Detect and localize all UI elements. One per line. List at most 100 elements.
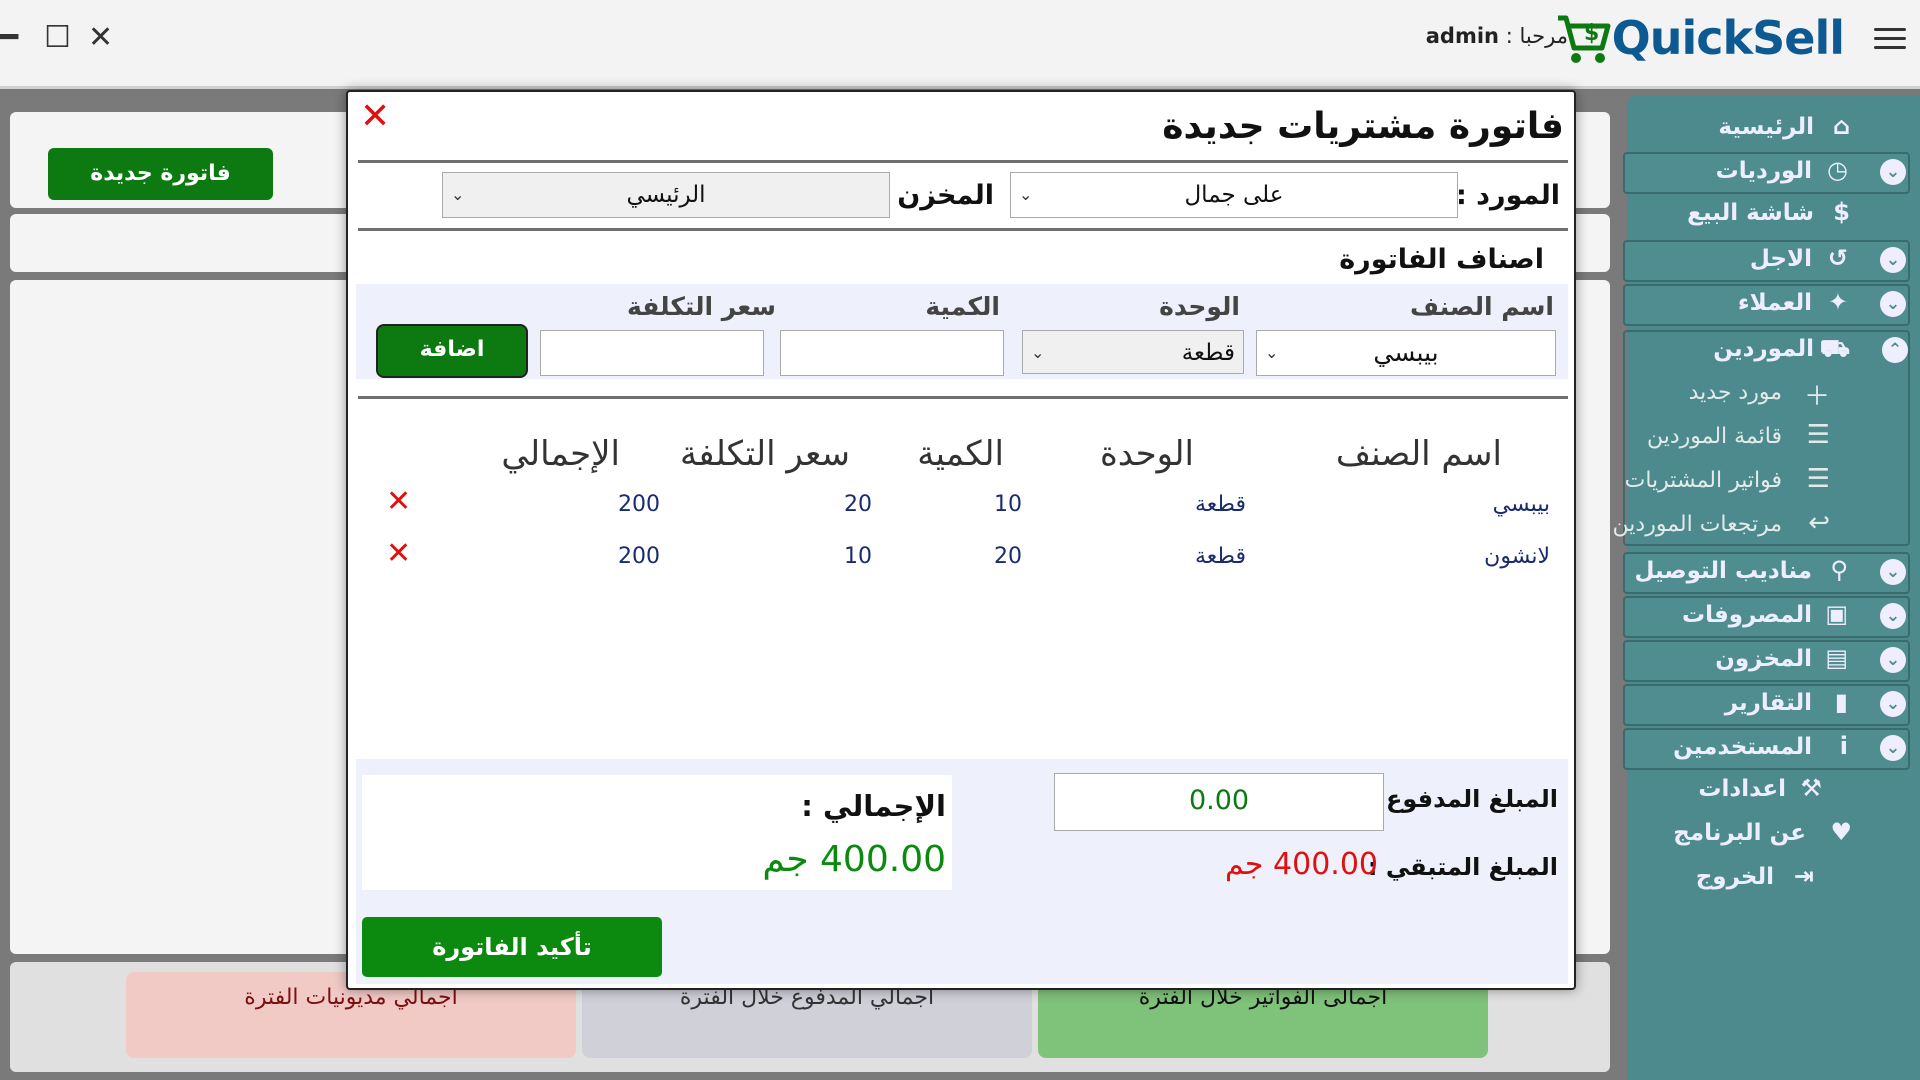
section-title: اصناف الفاتورة <box>1339 244 1544 275</box>
maximize-icon[interactable]: ☐ <box>44 18 71 58</box>
exit-icon: ⇥ <box>1793 862 1814 890</box>
minimize-icon[interactable]: ━ <box>0 18 18 58</box>
truck-icon: ⛟ <box>1819 334 1850 362</box>
cell-total: 200 <box>618 544 660 569</box>
chevron-down-icon: ⌄ <box>1880 603 1906 629</box>
chevron-down-icon: ⌄ <box>1880 291 1906 317</box>
chevron-down-icon: ⌄ <box>1880 735 1906 761</box>
sidebar-sub-label: مرتجعات الموردين <box>1612 512 1782 537</box>
sidebar-item-about[interactable]: ♥ عن البرنامج <box>1627 816 1910 854</box>
cell-cost: 20 <box>844 492 872 517</box>
new-invoice-button[interactable]: فاتورة جديدة <box>48 148 273 200</box>
dollar-icon: $ <box>1833 198 1850 226</box>
col-header-item: اسم الصنف <box>1335 434 1502 474</box>
sidebar-item-settings[interactable]: ⚒ اعدادات <box>1627 772 1910 810</box>
supplier-value: على جمال <box>1184 182 1284 208</box>
sidebar-item-label: الرئيسية <box>1718 114 1814 140</box>
close-icon[interactable]: ✕ <box>360 96 390 137</box>
unit-label: الوحدة <box>1159 292 1240 321</box>
sidebar-item-expenses[interactable]: ⌄ ▣ المصروفات <box>1623 596 1910 638</box>
chevron-up-icon: ⌃ <box>1882 337 1908 363</box>
sidebar-item-reports[interactable]: ⌄ ▮ التقارير <box>1623 684 1910 726</box>
title-bar: ━ ☐ ✕ $ QuickSell مرحبا : admin <box>0 0 1920 89</box>
cost-label: سعر التكلفة <box>626 292 776 321</box>
store-label: المخزن : <box>877 180 994 211</box>
sidebar-sub-label: مورد جديد <box>1688 380 1782 405</box>
paid-amount-input[interactable]: 0.00 <box>1054 773 1384 831</box>
dialog-title: فاتورة مشتريات جديدة <box>1162 106 1564 147</box>
delete-row-icon[interactable]: ✕ <box>386 484 411 519</box>
sidebar-item-delivery[interactable]: ⌄ ⚲ مناديب التوصيل <box>1623 552 1910 594</box>
sidebar-item-pos[interactable]: $ شاشة البيع <box>1627 196 1910 234</box>
greeting-label: مرحبا : <box>1505 24 1568 48</box>
item-value: بيبسي <box>1373 338 1439 367</box>
sidebar-item-label: الاجل <box>1749 246 1812 272</box>
money-icon: ▣ <box>1825 600 1848 628</box>
sidebar-sub-supplier-list[interactable]: ☰ قائمة الموردين <box>1610 420 1830 456</box>
sidebar-item-logout[interactable]: ⇥ الخروج <box>1627 860 1910 898</box>
quantity-input[interactable] <box>780 330 1004 376</box>
chevron-down-icon: ⌄ <box>1880 647 1906 673</box>
item-name-label: اسم الصنف <box>1409 292 1554 321</box>
col-header-qty: الكمية <box>917 434 1004 474</box>
return-icon: ↩ <box>1808 508 1830 538</box>
paid-amount-label: المبلغ المدفوع : <box>1368 785 1558 813</box>
chevron-down-icon: ⌄ <box>1265 343 1279 362</box>
divider <box>358 396 1568 399</box>
wrench-icon: ⚒ <box>1800 774 1822 802</box>
confirm-invoice-button[interactable]: تأكيد الفاتورة <box>362 917 662 977</box>
close-window-icon[interactable]: ✕ <box>88 18 113 58</box>
sidebar-item-label: الخروج <box>1695 864 1774 890</box>
cell-item: لانشون <box>1484 544 1550 569</box>
chevron-down-icon: ⌄ <box>451 185 465 204</box>
remaining-amount-value: 400.00 جم <box>1224 847 1378 882</box>
sidebar-item-credit[interactable]: ⌄ ↺ الاجل <box>1623 240 1910 282</box>
delete-row-icon[interactable]: ✕ <box>386 536 411 571</box>
sidebar-item-label: الموردين <box>1713 336 1814 362</box>
unit-select[interactable]: ⌄ قطعة <box>1022 330 1244 374</box>
sidebar-item-label: المخزون <box>1715 646 1812 672</box>
sidebar-item-shifts[interactable]: ⌄ ◷ الورديات <box>1623 152 1910 194</box>
cell-qty: 10 <box>994 492 1022 517</box>
chevron-down-icon: ⌄ <box>1880 247 1906 273</box>
quantity-label: الكمية <box>925 292 1000 321</box>
sidebar-item-label: مناديب التوصيل <box>1634 558 1812 584</box>
cost-input[interactable] <box>540 330 764 376</box>
col-header-cost: سعر التكلفة <box>680 434 850 474</box>
item-select[interactable]: ⌄ بيبسي <box>1256 330 1556 376</box>
supplier-select[interactable]: ⌄ على جمال <box>1010 172 1458 218</box>
total-label: الإجمالي : <box>801 789 946 823</box>
sidebar-item-suppliers[interactable]: ⌃ ⛟ الموردين <box>1627 332 1910 370</box>
chevron-down-icon: ⌄ <box>1880 159 1906 185</box>
remaining-amount-label: المبلغ المتبقي : <box>1367 853 1558 881</box>
chevron-down-icon: ⌄ <box>1019 185 1033 204</box>
greeting: مرحبا : admin <box>1426 24 1568 48</box>
store-icon: ▤ <box>1825 644 1848 672</box>
store-select[interactable]: ⌄ الرئيسي <box>442 172 890 218</box>
svg-text:$: $ <box>1584 21 1599 46</box>
divider <box>358 160 1568 163</box>
sidebar-item-label: الورديات <box>1715 158 1812 184</box>
sidebar-item-users[interactable]: ⌄ ⅰ المستخدمين <box>1623 728 1910 770</box>
store-value: الرئيسي <box>626 182 706 208</box>
sidebar-item-label: المصروفات <box>1681 602 1812 628</box>
sidebar-item-label: عن البرنامج <box>1673 820 1806 846</box>
add-item-button[interactable]: اضافة <box>376 324 528 378</box>
purchase-invoice-dialog: ✕ فاتورة مشتريات جديدة المورد : ⌄ على جم… <box>346 90 1576 990</box>
app-name: QuickSell <box>1611 11 1845 65</box>
sidebar-item-home[interactable]: ⌂ الرئيسية <box>1627 110 1910 148</box>
sidebar-sub-supplier-returns[interactable]: ↩ مرتجعات الموردين <box>1610 508 1830 544</box>
heart-icon: ♥ <box>1830 818 1852 846</box>
total-value: 400.00 جم <box>762 839 946 880</box>
person-icon: ✦ <box>1827 288 1848 316</box>
sidebar: ⌂ الرئيسية ⌄ ◷ الورديات $ شاشة البيع ⌄ ↺… <box>1613 96 1920 1080</box>
hamburger-menu-icon[interactable] <box>1874 22 1906 55</box>
cell-item: بيبسي <box>1492 492 1550 517</box>
cell-total: 200 <box>618 492 660 517</box>
cell-qty: 20 <box>994 544 1022 569</box>
sidebar-item-customers[interactable]: ⌄ ✦ العملاء <box>1623 284 1910 326</box>
sidebar-item-inventory[interactable]: ⌄ ▤ المخزون <box>1623 640 1910 682</box>
sidebar-sub-new-supplier[interactable]: ＋ مورد جديد <box>1610 376 1830 412</box>
sidebar-sub-purchase-invoices[interactable]: ☰ فواتير المشتريات <box>1610 464 1830 500</box>
home-icon: ⌂ <box>1832 112 1850 140</box>
